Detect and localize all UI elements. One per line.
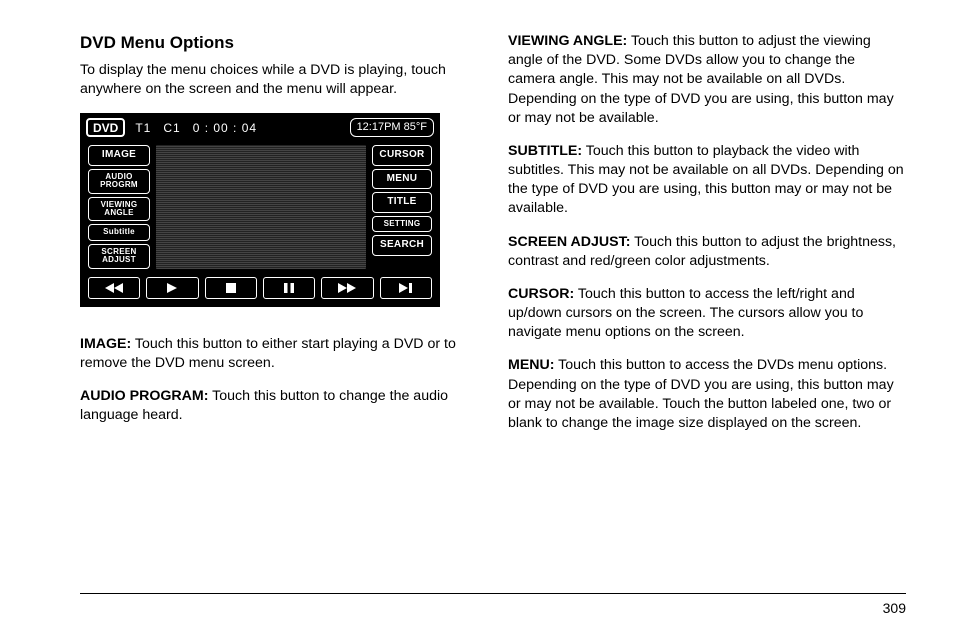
page-number: 309 [883,600,906,616]
screen-adjust-button[interactable]: SCREEN ADJUST [88,244,150,269]
subtitle-button[interactable]: Subtitle [88,224,150,240]
term-cursor: CURSOR: [508,286,574,302]
dvd-elapsed-time: 0 : 00 : 04 [187,115,263,140]
dvd-left-buttons: IMAGE AUDIO PROGRM VIEWING ANGLE Subtitl… [88,145,150,268]
play-icon[interactable] [146,277,198,299]
right-column: VIEWING ANGLE: Touch this button to adju… [508,32,906,447]
definition-image: IMAGE: Touch this button to either start… [80,335,478,373]
dvd-screen-figure: DVD T1 C1 0 : 00 : 04 12:17PM 85°F IMAGE… [80,113,440,306]
dvd-transport-bar [82,273,438,305]
definition-viewing-angle: VIEWING ANGLE: Touch this button to adju… [508,32,906,128]
dvd-chapter-label: C1 [157,115,186,140]
viewing-angle-button[interactable]: VIEWING ANGLE [88,197,150,222]
term-image: IMAGE: [80,336,131,352]
cursor-button[interactable]: CURSOR [372,145,432,166]
footer-rule [80,593,906,594]
term-viewing-angle: VIEWING ANGLE: [508,33,627,49]
definition-menu: MENU: Touch this button to access the DV… [508,356,906,433]
definition-cursor: CURSOR: Touch this button to access the … [508,285,906,343]
term-audio-program: AUDIO PROGRAM: [80,388,208,404]
body-image: Touch this button to either start playin… [80,336,456,371]
term-menu: MENU: [508,357,555,373]
title-button[interactable]: TITLE [372,192,432,213]
definition-subtitle: SUBTITLE: Touch this button to playback … [508,142,906,219]
menu-button[interactable]: MENU [372,169,432,190]
search-button[interactable]: SEARCH [372,235,432,256]
image-button[interactable]: IMAGE [88,145,150,166]
audio-program-button[interactable]: AUDIO PROGRM [88,169,150,194]
pause-icon[interactable] [263,277,315,299]
left-column: DVD Menu Options To display the menu cho… [80,32,478,447]
dvd-track-label: T1 [129,115,157,140]
definition-audio-program: AUDIO PROGRAM: Touch this button to chan… [80,387,478,425]
stop-icon[interactable] [205,277,257,299]
intro-paragraph: To display the menu choices while a DVD … [80,61,478,99]
definition-screen-adjust: SCREEN ADJUST: Touch this button to adju… [508,233,906,271]
term-screen-adjust: SCREEN ADJUST: [508,234,630,250]
dvd-badge: DVD [86,118,125,137]
fast-forward-icon[interactable] [321,277,373,299]
next-icon[interactable] [380,277,432,299]
dvd-right-buttons: CURSOR MENU TITLE SETTING SEARCH [372,145,432,268]
dvd-status-bar: DVD T1 C1 0 : 00 : 04 12:17PM 85°F [82,115,438,141]
dvd-video-area[interactable] [156,145,366,268]
setting-button[interactable]: SETTING [372,216,432,232]
dvd-clock-temp: 12:17PM 85°F [350,118,434,137]
body-menu: Touch this button to access the DVDs men… [508,357,894,431]
rewind-icon[interactable] [88,277,140,299]
section-heading: DVD Menu Options [80,32,478,55]
term-subtitle: SUBTITLE: [508,143,582,159]
